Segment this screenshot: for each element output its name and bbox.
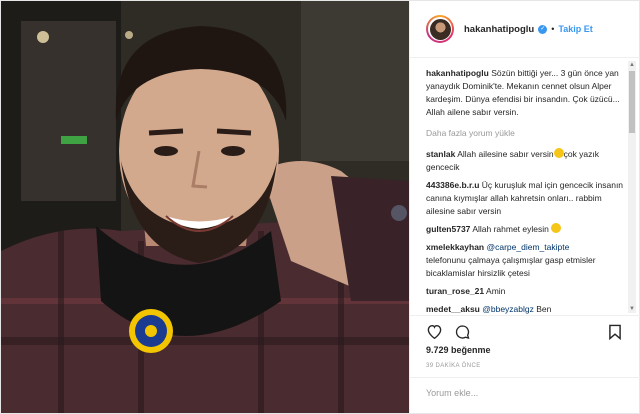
comment-text: Allah ailesine sabır versin — [457, 149, 554, 159]
scroll-up-arrow-icon[interactable]: ▲ — [628, 61, 636, 69]
likes-count[interactable]: 9.729 beğenme — [426, 345, 491, 355]
header-separator: • — [551, 24, 555, 34]
comment-username[interactable]: stanlak — [426, 149, 455, 159]
comment-item: stanlak Allah ailesine sabır versin çok y… — [426, 148, 626, 174]
selfie-illustration — [1, 1, 409, 413]
comment-text: Ben — [536, 304, 552, 314]
comment-item: gulten5737 Allah rahmet eylesin — [426, 223, 626, 236]
header-username[interactable]: hakanhatipoglu — [464, 24, 534, 35]
scroll-down-arrow-icon[interactable]: ▼ — [628, 305, 636, 313]
avatar-image — [429, 18, 451, 40]
comment-mention-link[interactable]: @bbeyzablgz — [482, 304, 534, 314]
comment-item: 443386e.b.r.u Üç kuruşluk mal için gence… — [426, 179, 626, 218]
caption-username[interactable]: hakanhatipoglu — [426, 68, 489, 78]
add-comment-input[interactable] — [426, 388, 626, 398]
heart-icon[interactable] — [426, 324, 443, 341]
bookmark-icon[interactable] — [608, 324, 622, 342]
avatar[interactable] — [426, 15, 454, 43]
post-actions-bar — [410, 315, 640, 345]
post-header: hakanhatipoglu ✓ • Takip Et — [410, 1, 640, 58]
comment-item: medet__aksu @bbeyzablgz Ben — [426, 303, 626, 315]
comment-username[interactable]: xmelekkayhan — [426, 242, 484, 252]
follow-button[interactable]: Takip Et — [558, 24, 592, 34]
comment-username[interactable]: turan_rose_21 — [426, 286, 484, 296]
scrollbar-thumb[interactable] — [629, 71, 635, 133]
comment-item: turan_rose_21 Amin — [426, 285, 626, 298]
post-caption: hakanhatipoglu Sözün bittiği yer... 3 gü… — [426, 67, 626, 119]
comment-mention-link[interactable]: @carpe_diem_takipte — [487, 242, 570, 252]
comment-item: xmelekkayhan @carpe_diem_takipte telefon… — [426, 241, 626, 280]
comment-text: Allah rahmet eylesin — [472, 224, 549, 234]
load-more-comments-link[interactable]: Daha fazla yorum yükle — [426, 127, 626, 140]
slightly-smiling-emoji-icon — [553, 148, 564, 158]
comment-username[interactable]: 443386e.b.r.u — [426, 180, 479, 190]
verified-badge-icon: ✓ — [538, 24, 548, 34]
comment-icon[interactable] — [454, 324, 471, 342]
comment-text: Amin — [486, 286, 506, 296]
post-photo[interactable] — [1, 1, 409, 413]
comment-username[interactable]: gulten5737 — [426, 224, 470, 234]
add-comment-area — [410, 377, 640, 413]
post-details-panel: hakanhatipoglu ✓ • Takip Et hakanhatipog… — [409, 1, 640, 413]
comments-list[interactable]: hakanhatipoglu Sözün bittiği yer... 3 gü… — [426, 67, 626, 315]
post-timestamp[interactable]: 39 DAKİKA ÖNCE — [426, 363, 481, 369]
comment-text: telefonunu çalmaya çalışmışlar gasp etmi… — [426, 255, 596, 278]
comment-username[interactable]: medet__aksu — [426, 304, 480, 314]
smiling-emoji-icon — [551, 223, 562, 233]
